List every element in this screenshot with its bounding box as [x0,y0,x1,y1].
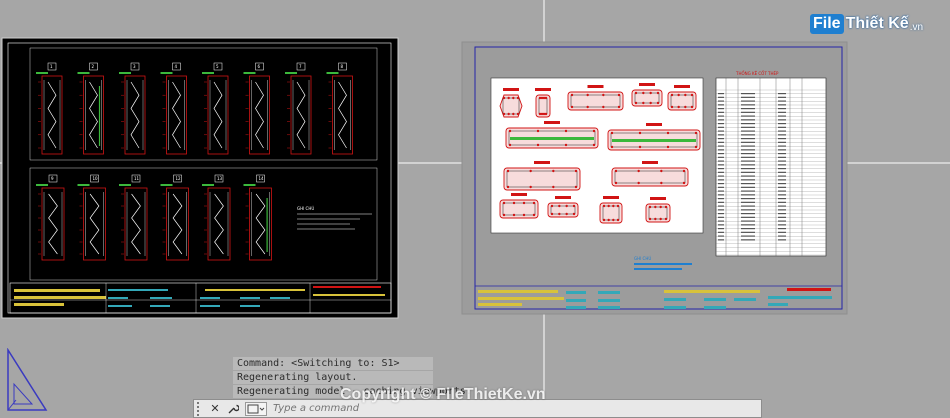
recent-commands-dropdown[interactable] [245,401,267,416]
command-history-line: Regenerating layout. [233,371,433,384]
right-note-title: GHI CHÚ [634,256,651,261]
detail-label: 13 [217,176,223,181]
table-title: THỐNG KÊ CỐT THÉP [735,71,779,76]
close-icon[interactable]: ✕ [207,401,223,417]
rebar-schedule-table: THỐNG KÊ CỐT THÉP [715,71,827,257]
drawing-canvas[interactable]: 12345678 9 10 11 12 13 14 GHI CHÚ THỐNG … [0,0,950,418]
left-note-title: GHI CHÚ [297,206,314,211]
left-layout-sheet[interactable]: 12345678 9 10 11 12 13 14 GHI CHÚ [1,37,399,319]
command-history-line: Command: <Switching to: S1> [233,357,433,370]
logo-domain: .vn [909,21,924,33]
detail-label: 11 [134,176,140,181]
right-layout-sheet[interactable]: THỐNG KÊ CỐT THÉP GHI CHÚ [461,41,848,315]
command-prompt-icon [247,404,265,413]
filethietke-logo: File Thiết Kế .vn [810,14,923,34]
detail-label: 10 [93,176,99,181]
command-bar-grip[interactable] [197,401,205,416]
detail-label: 12 [176,176,182,181]
logo-text: Thiết Kế [845,15,909,32]
copyright-watermark: Copyright © FileThietKe.vn [340,386,546,403]
customize-wrench-icon[interactable] [225,401,241,417]
detail-label: 14 [259,176,265,181]
ucs-icon [7,348,48,411]
logo-badge: File [810,14,844,34]
